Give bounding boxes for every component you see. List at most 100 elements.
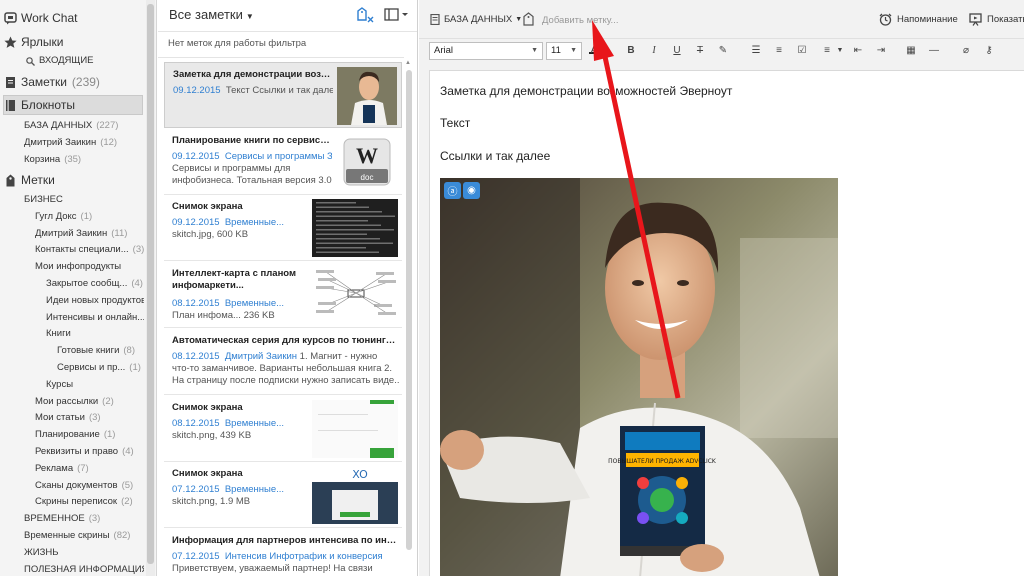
note-list-scrollbar[interactable]: ▲ [405,60,413,576]
notebook-item-label: БАЗА ДАННЫХ [24,120,93,131]
tag-item-label: Идеи новых продуктов [46,294,144,306]
highlighter-icon[interactable]: ✎ [716,44,730,58]
add-tag-input[interactable]: Добавить метку... [542,15,618,26]
tag-item-count: (2) [121,496,133,508]
attachment-icon[interactable]: ⌀ [959,44,973,58]
note-list: Все заметки ▼ Нет меток для работы фильтр… [158,0,418,576]
sidebar-work-chat[interactable]: Work Chat [4,8,144,28]
note-date: 07.12.2015 [172,551,220,562]
note-title: Снимок экрана [172,201,243,212]
sidebar-tag-item[interactable]: Гугл Докс (1) [35,209,92,225]
tag-item-label: Реклама [35,462,74,474]
scroll-up-icon[interactable]: ▲ [405,60,411,66]
tag-item-label: Курсы [46,378,74,390]
sidebar-notebook-item[interactable]: Корзина (35) [24,152,81,168]
sidebar-tag-item[interactable]: Контакты специали... (3) [35,242,144,258]
sidebar-tags[interactable]: Метки [4,170,144,190]
tag-item-label: Книги [46,328,71,340]
indent-icon[interactable]: ⇥ [874,44,888,58]
underline-button[interactable]: U [670,44,684,58]
note-list-item[interactable]: Снимок экрана 07.12.2015 Временные... skit… [164,462,402,528]
note-tag: Интенсив Инфотрафик и конверсия [224,551,383,562]
bullet-list-icon[interactable]: ☰ [749,44,763,58]
tag-item-label: Сканы документов [35,479,118,491]
tag-item-count: (4) [122,446,134,457]
notebook-item-label: Корзина [24,154,61,165]
note-list-item[interactable]: Информация для партнеров интенсива по ин… [164,529,402,576]
sidebar-tag-item[interactable]: Идеи новых продуктов [46,293,144,309]
sidebar-notebooks[interactable]: Блокноты [3,95,143,115]
sidebar-tag-item[interactable]: Дмитрий Заикин (11) [35,226,127,242]
sidebar-tag-item[interactable]: Сканы документов (5) [35,478,133,494]
notes-icon [4,76,17,89]
sidebar-tag-item[interactable]: Книги [46,326,75,342]
note-paragraph[interactable]: Текст [440,116,470,130]
sidebar-tag-item[interactable]: Временные скрины (82) [24,528,130,544]
present-button[interactable]: Показать [969,13,1024,26]
note-thumbnail [312,199,398,257]
sidebar-tag-item[interactable]: Мои статьи (3) [35,410,101,426]
font-family-value: Arial [434,45,454,56]
note-list-item[interactable]: Снимок экрана 09.12.2015 Временные... skit… [164,195,402,261]
checkbox-icon[interactable]: ☑ [795,44,809,58]
chevron-down-icon[interactable]: ▼ [833,44,847,58]
note-paragraph[interactable]: Ссылки и так далее [440,149,550,163]
sidebar-tag-item[interactable]: ВРЕМЕННОЕ (3) [24,511,100,527]
tag-item-count: (2) [102,395,114,407]
note-list-title-dropdown[interactable]: Все заметки ▼ [169,7,254,22]
sidebar-tag-item[interactable]: Планирование (1) [35,427,115,443]
numbered-list-icon[interactable]: ≡ [772,44,786,58]
note-list-item[interactable]: Снимок экрана 08.12.2015 Временные... skit… [164,396,402,462]
horizontal-rule-icon[interactable]: — [927,44,941,58]
note-list-item[interactable]: Заметка для демонстрации возмож... 09.12.… [164,62,402,128]
sidebar-tag-item[interactable]: Курсы [46,377,77,393]
note-snippet: инфобизнеса. Тотальная версия 3.0.... [172,175,332,186]
sidebar-inbox[interactable]: ВХОДЯЩИЕ [26,53,94,69]
filter-icon[interactable] [357,7,375,23]
outdent-icon[interactable]: ⇤ [851,44,865,58]
tag-item-label: ЖИЗНЬ [24,546,59,558]
note-body[interactable]: Заметка для демонстрации возможностей Эв… [429,70,1024,576]
bold-button[interactable]: B [624,44,638,58]
sidebar-tag-item[interactable]: БИЗНЕС [24,192,67,208]
sidebar: Work Chat Ярлыки ВХОДЯЩИЕ Заметки (239) … [0,0,157,576]
sidebar-notebook-item[interactable]: БАЗА ДАННЫХ (227) [24,118,118,134]
annotate-icon[interactable]: ⓐ [444,182,461,199]
table-icon[interactable]: ▦ [904,44,918,58]
notebook-selector[interactable]: БАЗА ДАННЫХ ▼ [430,14,522,25]
eye-icon[interactable]: ◉ [463,182,480,199]
note-title-field[interactable]: Заметка для демонстрации возможностей Эв… [440,84,732,98]
sidebar-tag-item[interactable]: Готовые книги (8) [57,343,135,359]
align-icon[interactable]: ≡ [820,44,834,58]
sidebar-tag-item[interactable]: Сервисы и пр... (1) [57,360,141,376]
italic-button[interactable]: I [647,44,661,58]
reminder-button[interactable]: Напоминание [879,13,958,26]
sidebar-shortcuts[interactable]: Ярлыки [4,32,144,52]
sidebar-tag-item[interactable]: Закрытое сообщ... (4) [46,276,143,292]
sidebar-notes[interactable]: Заметки (239) [4,72,144,92]
note-list-item[interactable]: Автоматическая серия для курсов по тюнин… [164,329,402,395]
font-family-select[interactable]: Arial ▼ [429,42,543,60]
note-list-item[interactable]: Планирование книги по сервисам д... 09.12… [164,129,402,195]
sidebar-tag-item[interactable]: ПОЛЕЗНАЯ ИНФОРМАЦИЯ [24,562,144,576]
font-size-select[interactable]: 11 ▼ [546,42,582,60]
sidebar-tag-item[interactable]: Мои инфопродукты [35,259,125,275]
sidebar-tag-item[interactable]: Мои рассылки (2) [35,394,114,410]
sidebar-tag-item[interactable]: Реклама (7) [35,461,89,477]
text-color-button[interactable]: A [587,44,601,58]
note-date: 08.12.2015 [172,418,220,429]
sidebar-tag-item[interactable]: Интенсивы и онлайн... [46,310,144,326]
note-date: 09.12.2015 [172,217,220,228]
sidebar-tag-item[interactable]: ЖИЗНЬ [24,545,62,561]
strikethrough-button[interactable]: T [693,44,707,58]
sidebar-tag-item[interactable]: Реквизиты и право (4) [35,444,134,460]
note-image[interactable]: ПОВЫШАТЕЛИ ПРОДАЖ ADVCLICK ⓐ ◉ [440,178,838,576]
view-options-icon[interactable] [384,8,408,22]
sidebar-scrollbar[interactable] [146,0,155,576]
note-thumbnail: XO [312,466,398,524]
note-list-item[interactable]: Интеллект-карта с планом инфомаркети... 0… [164,262,402,328]
tag-item-count: (5) [121,479,134,491]
sidebar-tag-item[interactable]: Скрины переписок (2) [35,494,133,510]
sidebar-notebook-item[interactable]: Дмитрий Заикин (12) [24,135,117,151]
encrypt-icon[interactable]: ⚷ [982,44,996,58]
